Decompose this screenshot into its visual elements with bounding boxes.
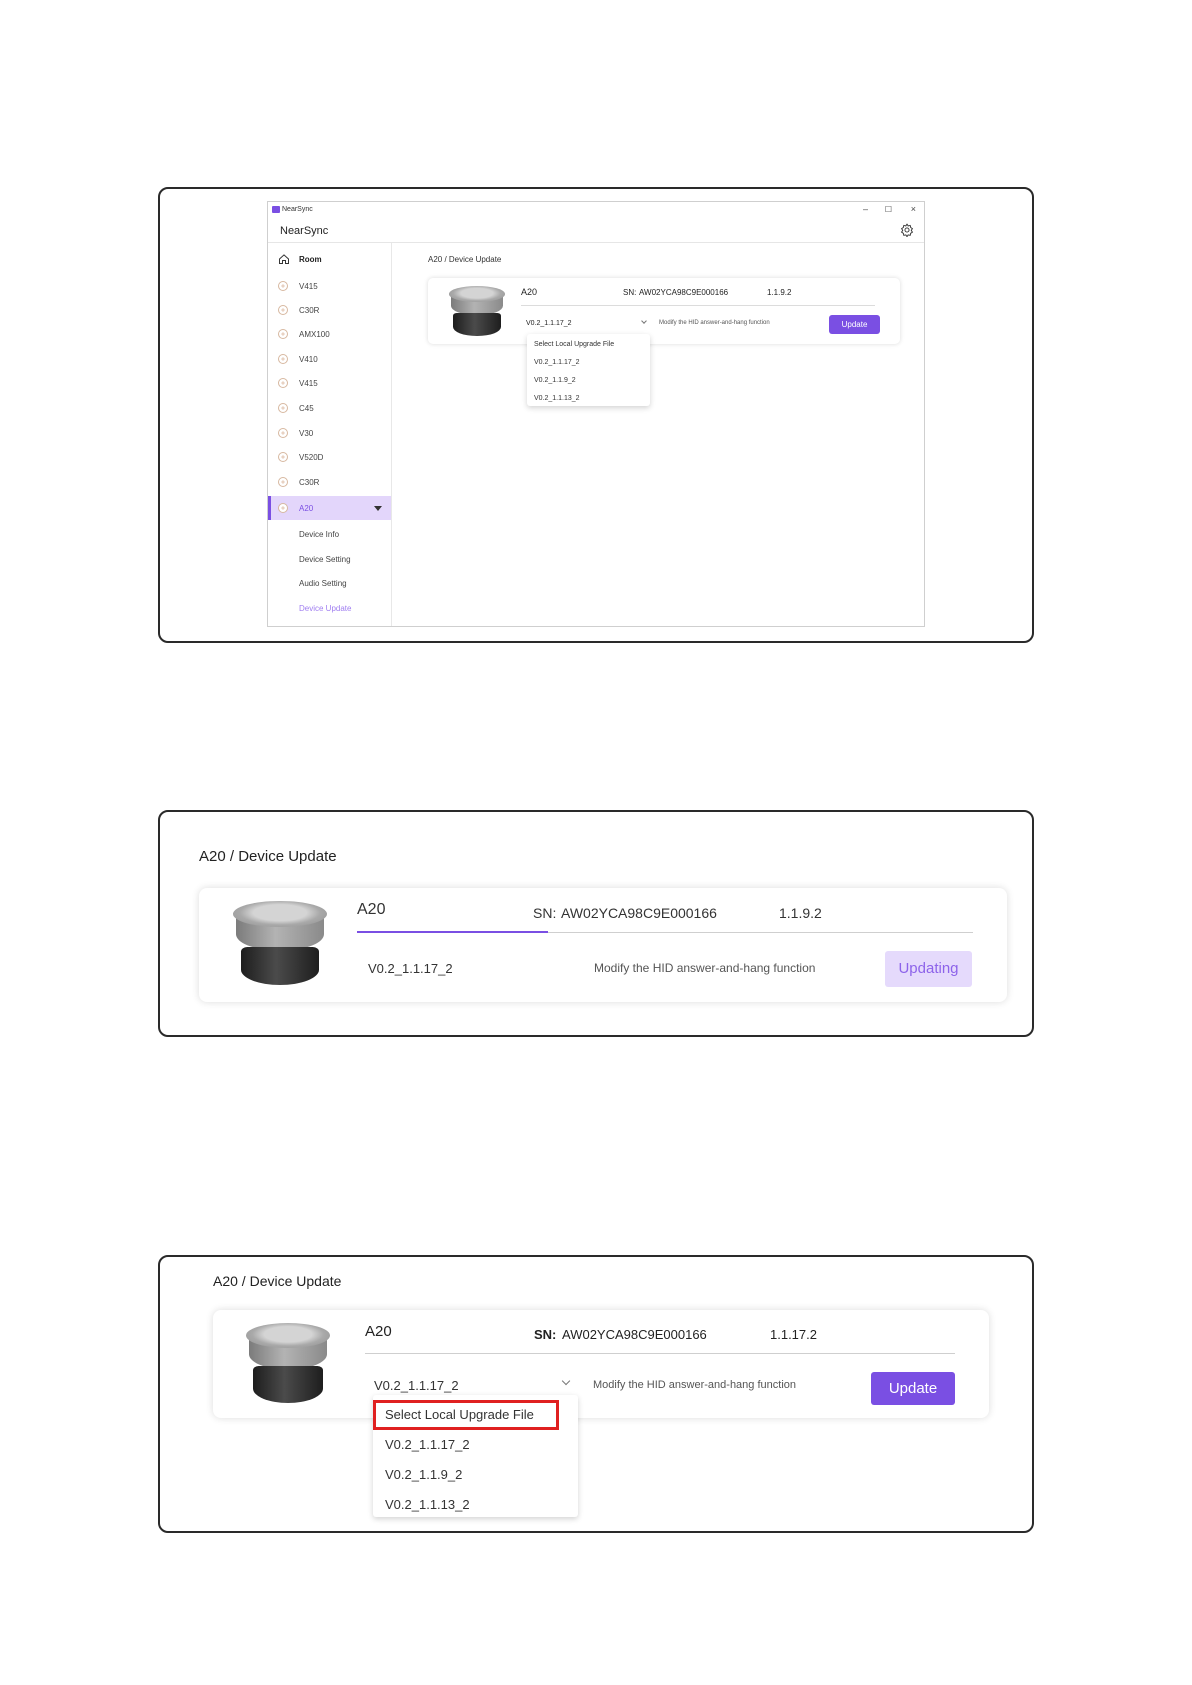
sidebar-device-label: V415 xyxy=(299,282,318,291)
sidebar-item-device[interactable]: C30R xyxy=(268,472,391,494)
device-icon xyxy=(278,305,288,315)
device-icon xyxy=(278,281,288,291)
sidebar-item-device[interactable]: V415 xyxy=(268,276,391,298)
window-title: NearSync xyxy=(282,206,313,213)
breadcrumb: A20 / Device Update xyxy=(213,1273,342,1289)
device-icon xyxy=(278,378,288,388)
title-bar: NearSync – ☐ × xyxy=(268,202,924,218)
sidebar-device-label: A20 xyxy=(299,504,314,513)
a20-speaker-image xyxy=(246,1323,330,1406)
upgrade-file-dropdown: Select Local Upgrade File V0.2_1.1.17_2 … xyxy=(527,334,650,406)
sn-value: AW02YCA98C9E000166 xyxy=(639,288,729,297)
close-button[interactable]: × xyxy=(911,204,916,214)
firmware-version: 1.1.9.2 xyxy=(779,905,822,921)
app-name: NearSync xyxy=(280,225,329,237)
device-icon xyxy=(278,428,288,438)
submenu-device-info[interactable]: Device Info xyxy=(299,530,339,539)
submenu-device-update[interactable]: Device Update xyxy=(299,604,351,613)
sn-value: AW02YCA98C9E000166 xyxy=(562,1327,707,1342)
device-update-card-updating: A20 SN: AW02YCA98C9E000166 1.1.9.2 V0.2_… xyxy=(199,888,1007,1002)
settings-gear-icon[interactable] xyxy=(900,223,914,237)
sidebar-device-label: V520D xyxy=(299,453,324,462)
upgrade-file-select[interactable]: V0.2_1.1.17_2 xyxy=(374,1378,459,1393)
device-name: A20 xyxy=(521,287,538,297)
update-button[interactable]: Update xyxy=(871,1372,955,1405)
sidebar-item-device[interactable]: C45 xyxy=(268,398,391,420)
dropdown-option-select-local[interactable]: Select Local Upgrade File xyxy=(534,341,614,348)
home-icon xyxy=(279,254,289,264)
breadcrumb: A20 / Device Update xyxy=(428,255,502,264)
sidebar-item-a20[interactable]: A20 xyxy=(268,496,391,520)
dropdown-option[interactable]: V0.2_1.1.13_2 xyxy=(534,395,580,402)
divider xyxy=(365,1353,955,1354)
sidebar-device-label: C30R xyxy=(299,478,320,487)
sidebar-item-device[interactable]: V410 xyxy=(268,349,391,371)
sidebar-device-label: V410 xyxy=(299,355,318,364)
sidebar-device-label: C45 xyxy=(299,404,314,413)
device-name: A20 xyxy=(365,1323,392,1340)
upgrade-file-select: V0.2_1.1.17_2 xyxy=(368,961,453,976)
sn-label: SN: xyxy=(623,288,637,297)
device-icon xyxy=(278,354,288,364)
app-logo-icon xyxy=(272,206,280,213)
device-name: A20 xyxy=(357,901,386,918)
submenu-device-setting[interactable]: Device Setting xyxy=(299,555,351,564)
sidebar-device-label: AMX100 xyxy=(299,330,330,339)
sidebar-item-device[interactable]: V30 xyxy=(268,423,391,445)
chevron-down-icon[interactable] xyxy=(561,1376,571,1386)
nearsync-window: NearSync – ☐ × NearSync Room V415 C30R A… xyxy=(267,201,925,627)
update-description: Modify the HID answer-and-hang function xyxy=(594,961,816,975)
update-description: Modify the HID answer-and-hang function xyxy=(593,1379,796,1391)
device-icon xyxy=(278,477,288,487)
divider xyxy=(521,305,875,306)
device-icon xyxy=(278,403,288,413)
dropdown-option[interactable]: V0.2_1.1.17_2 xyxy=(534,359,580,366)
sn-value: AW02YCA98C9E000166 xyxy=(561,905,717,921)
sidebar-item-device[interactable]: AMX100 xyxy=(268,324,391,346)
sidebar-item-device[interactable]: C30R xyxy=(268,300,391,322)
device-update-card: A20 SN: AW02YCA98C9E000166 1.1.9.2 V0.2_… xyxy=(428,278,900,344)
sn-label: SN: xyxy=(534,1327,557,1342)
minimize-button[interactable]: – xyxy=(863,204,868,214)
firmware-version: 1.1.9.2 xyxy=(767,288,792,297)
device-update-card: A20 SN: AW02YCA98C9E000166 1.1.17.2 V0.2… xyxy=(213,1310,989,1418)
upgrade-file-select[interactable]: V0.2_1.1.17_2 xyxy=(526,320,572,327)
chevron-down-icon[interactable] xyxy=(641,318,647,324)
sn-label: SN: xyxy=(533,905,557,921)
update-button[interactable]: Update xyxy=(829,315,880,334)
submenu-audio-setting[interactable]: Audio Setting xyxy=(299,579,347,588)
dropdown-option[interactable]: V0.2_1.1.9_2 xyxy=(385,1467,462,1482)
sidebar-device-label: V415 xyxy=(299,379,318,388)
sidebar-item-device[interactable]: V415 xyxy=(268,373,391,395)
sidebar-device-label: V30 xyxy=(299,429,314,438)
caret-down-icon xyxy=(374,506,382,511)
app-header: NearSync xyxy=(268,218,924,243)
a20-speaker-image xyxy=(233,901,327,989)
device-icon xyxy=(278,452,288,462)
dropdown-option[interactable]: V0.2_1.1.9_2 xyxy=(534,377,576,384)
device-icon xyxy=(278,503,288,513)
update-progress-bar xyxy=(357,931,548,933)
sidebar-device-label: C30R xyxy=(299,306,320,315)
breadcrumb: A20 / Device Update xyxy=(199,848,337,865)
firmware-version: 1.1.17.2 xyxy=(770,1327,817,1342)
sidebar: Room V415 C30R AMX100 V410 V415 C45 V30 … xyxy=(268,243,392,626)
sidebar-item-room[interactable]: Room xyxy=(268,249,391,271)
updating-button: Updating xyxy=(885,951,972,987)
sidebar-item-device[interactable]: V520D xyxy=(268,447,391,469)
dropdown-option[interactable]: V0.2_1.1.13_2 xyxy=(385,1497,470,1512)
update-description: Modify the HID answer-and-hang function xyxy=(659,320,770,326)
a20-speaker-image xyxy=(449,286,505,338)
highlight-box xyxy=(373,1400,559,1430)
maximize-button[interactable]: ☐ xyxy=(885,205,892,214)
device-icon xyxy=(278,329,288,339)
dropdown-option[interactable]: V0.2_1.1.17_2 xyxy=(385,1437,470,1452)
sidebar-room-label: Room xyxy=(299,255,322,264)
